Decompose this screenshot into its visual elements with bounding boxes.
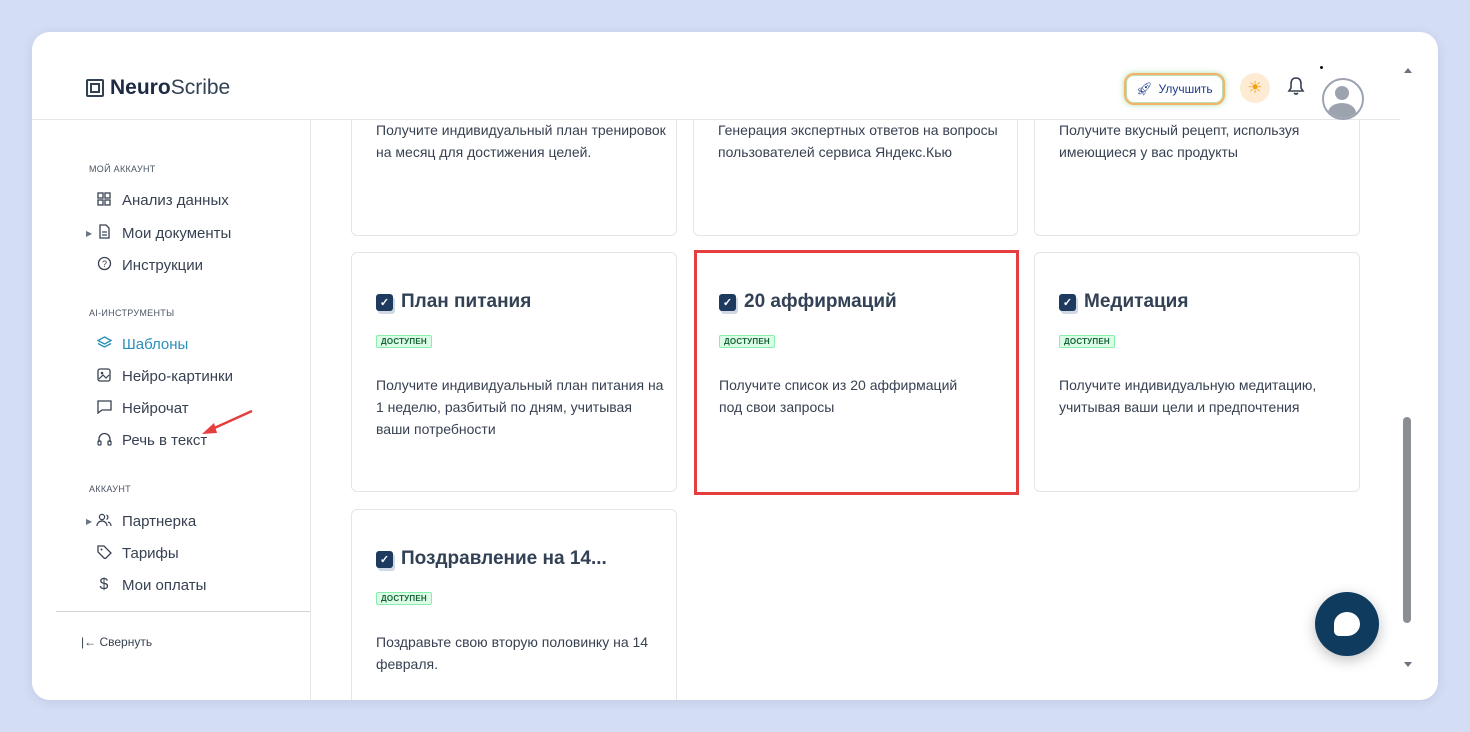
card-description: Получите вкусный рецепт, используя имеющ… [1059, 122, 1300, 160]
grid-icon [96, 191, 112, 209]
section-title-my-account: МОЙ АККАУНТ [89, 164, 156, 174]
sidebar-item-speech-to-text[interactable]: Речь в текст [96, 428, 207, 452]
theme-toggle-button[interactable]: ☀ [1240, 73, 1270, 103]
template-card-meal-plan[interactable]: ✓ План питания ДОСТУПЕН Получите индивид… [351, 252, 677, 492]
sidebar-item-label: Инструкции [122, 256, 204, 274]
card-description: Получите список из 20 аффирмаций под сво… [719, 377, 958, 415]
rocket-icon: 🚀︎ [1136, 81, 1153, 96]
sidebar-item-my-payments[interactable]: $ Мои оплаты [96, 573, 207, 597]
collapse-label: Свернуть [99, 635, 153, 649]
chat-support-button[interactable] [1315, 592, 1379, 656]
status-badge: ДОСТУПЕН [719, 335, 775, 348]
status-badge: ДОСТУПЕН [376, 335, 432, 348]
scroll-up-arrow-icon[interactable] [1404, 68, 1412, 73]
sidebar-item-label: Мои документы [122, 224, 232, 242]
card-description: Получите индивидуальный план питания на … [376, 377, 664, 437]
check-icon: ✓ [376, 550, 393, 568]
logo-rest-text: Scribe [170, 76, 231, 99]
collapse-button[interactable]: |← Свернуть [81, 635, 152, 649]
sidebar-item-label: Тарифы [122, 544, 179, 562]
card-title: ✓ 20 аффирмаций [719, 291, 897, 313]
upgrade-button[interactable]: 🚀︎ Улучшить [1124, 73, 1225, 105]
avatar-body [1328, 103, 1356, 118]
chat-bubble-icon [1334, 612, 1360, 636]
sidebar-item-label: Шаблоны [122, 335, 189, 353]
upgrade-label: Улучшить [1158, 82, 1213, 96]
sidebar-item-data-analysis[interactable]: Анализ данных [96, 188, 229, 212]
top-header: NeuroScribe 🚀︎ Улучшить ☀ [32, 32, 1400, 120]
users-icon [96, 513, 112, 530]
sidebar-item-my-documents[interactable]: ▶ Мои документы [86, 221, 232, 245]
sidebar-item-label: Мои оплаты [122, 576, 207, 594]
sidebar-item-label: Анализ данных [122, 191, 229, 209]
status-badge: ДОСТУПЕН [1059, 335, 1115, 348]
card-title-text: 20 аффирмаций [744, 291, 897, 312]
sidebar-item-label: Партнерка [122, 512, 197, 530]
annotation-arrow [202, 409, 253, 434]
chat-icon [96, 399, 112, 417]
dollar-icon: $ [99, 576, 109, 593]
template-card-feb14[interactable]: ✓ Поздравление на 14... ДОСТУПЕН Поздрав… [351, 509, 677, 700]
avatar-head [1335, 86, 1349, 100]
sidebar-item-label: Нейро-картинки [122, 367, 233, 385]
section-title-account: АККАУНТ [89, 484, 131, 494]
scrollbar[interactable] [1400, 62, 1414, 682]
notification-dot [1320, 66, 1323, 69]
sidebar-item-neurochat[interactable]: Нейрочат [96, 396, 189, 420]
sidebar-item-instructions[interactable]: ? Инструкции [96, 253, 203, 277]
image-icon [96, 367, 112, 385]
tag-icon [96, 544, 112, 562]
sidebar-item-label: Речь в текст [122, 431, 208, 449]
card-title-text: Медитация [1084, 291, 1189, 312]
card-description: Генерация экспертных ответов на вопросы … [718, 122, 998, 160]
scroll-down-arrow-icon[interactable] [1404, 662, 1412, 667]
caret-right-icon: ▶ [86, 516, 93, 526]
avatar[interactable] [1322, 78, 1364, 120]
help-circle-icon: ? [96, 256, 112, 274]
sidebar: МОЙ АККАУНТ Анализ данных ▶ Мои документ… [32, 120, 311, 700]
sidebar-item-templates[interactable]: Шаблоны [96, 332, 188, 356]
sun-icon: ☀ [1247, 78, 1263, 97]
headphones-icon [96, 432, 112, 449]
check-icon: ✓ [1059, 293, 1076, 311]
sidebar-item-partners[interactable]: ▶ Партнерка [86, 509, 197, 533]
card-title-text: Поздравление на 14... [401, 548, 607, 569]
svg-text:?: ? [101, 259, 106, 269]
card-title: ✓ Поздравление на 14... [376, 548, 607, 570]
sidebar-divider [56, 611, 310, 612]
status-badge: ДОСТУПЕН [376, 592, 432, 605]
card-title: ✓ План питания [376, 291, 531, 313]
logo[interactable]: NeuroScribe [86, 76, 230, 100]
card-description: Получите индивидуальную медитацию, учиты… [1059, 377, 1317, 415]
check-icon: ✓ [376, 293, 393, 311]
collapse-icon: |← [81, 635, 97, 649]
card-description: Поздравьте свою вторую половинку на 14 ф… [376, 634, 649, 672]
layers-icon [96, 335, 112, 353]
card-title: ✓ Медитация [1059, 291, 1188, 313]
scrollbar-thumb[interactable] [1403, 417, 1411, 623]
card-title-text: План питания [401, 291, 532, 312]
check-icon: ✓ [719, 293, 736, 311]
sidebar-item-neuro-images[interactable]: Нейро-картинки [96, 364, 233, 388]
caret-right-icon: ▶ [86, 228, 93, 238]
template-card-affirmations[interactable]: ✓ 20 аффирмаций ДОСТУПЕН Получите список… [694, 250, 1019, 495]
logo-bold-text: Neuro [110, 76, 171, 99]
card-description: Получите индивидуальный план тренировок … [376, 122, 666, 160]
section-title-ai-tools: AI-ИНСТРУМЕНТЫ [89, 308, 175, 318]
document-icon [96, 224, 112, 242]
bell-icon[interactable] [1287, 76, 1305, 102]
logo-icon [86, 79, 104, 97]
sidebar-item-tariffs[interactable]: Тарифы [96, 541, 179, 565]
sidebar-item-label: Нейрочат [122, 399, 189, 417]
template-card-meditation[interactable]: ✓ Медитация ДОСТУПЕН Получите индивидуал… [1034, 252, 1360, 492]
app-window: NeuroScribe 🚀︎ Улучшить ☀ МОЙ АККАУНТ Ан… [32, 32, 1438, 700]
